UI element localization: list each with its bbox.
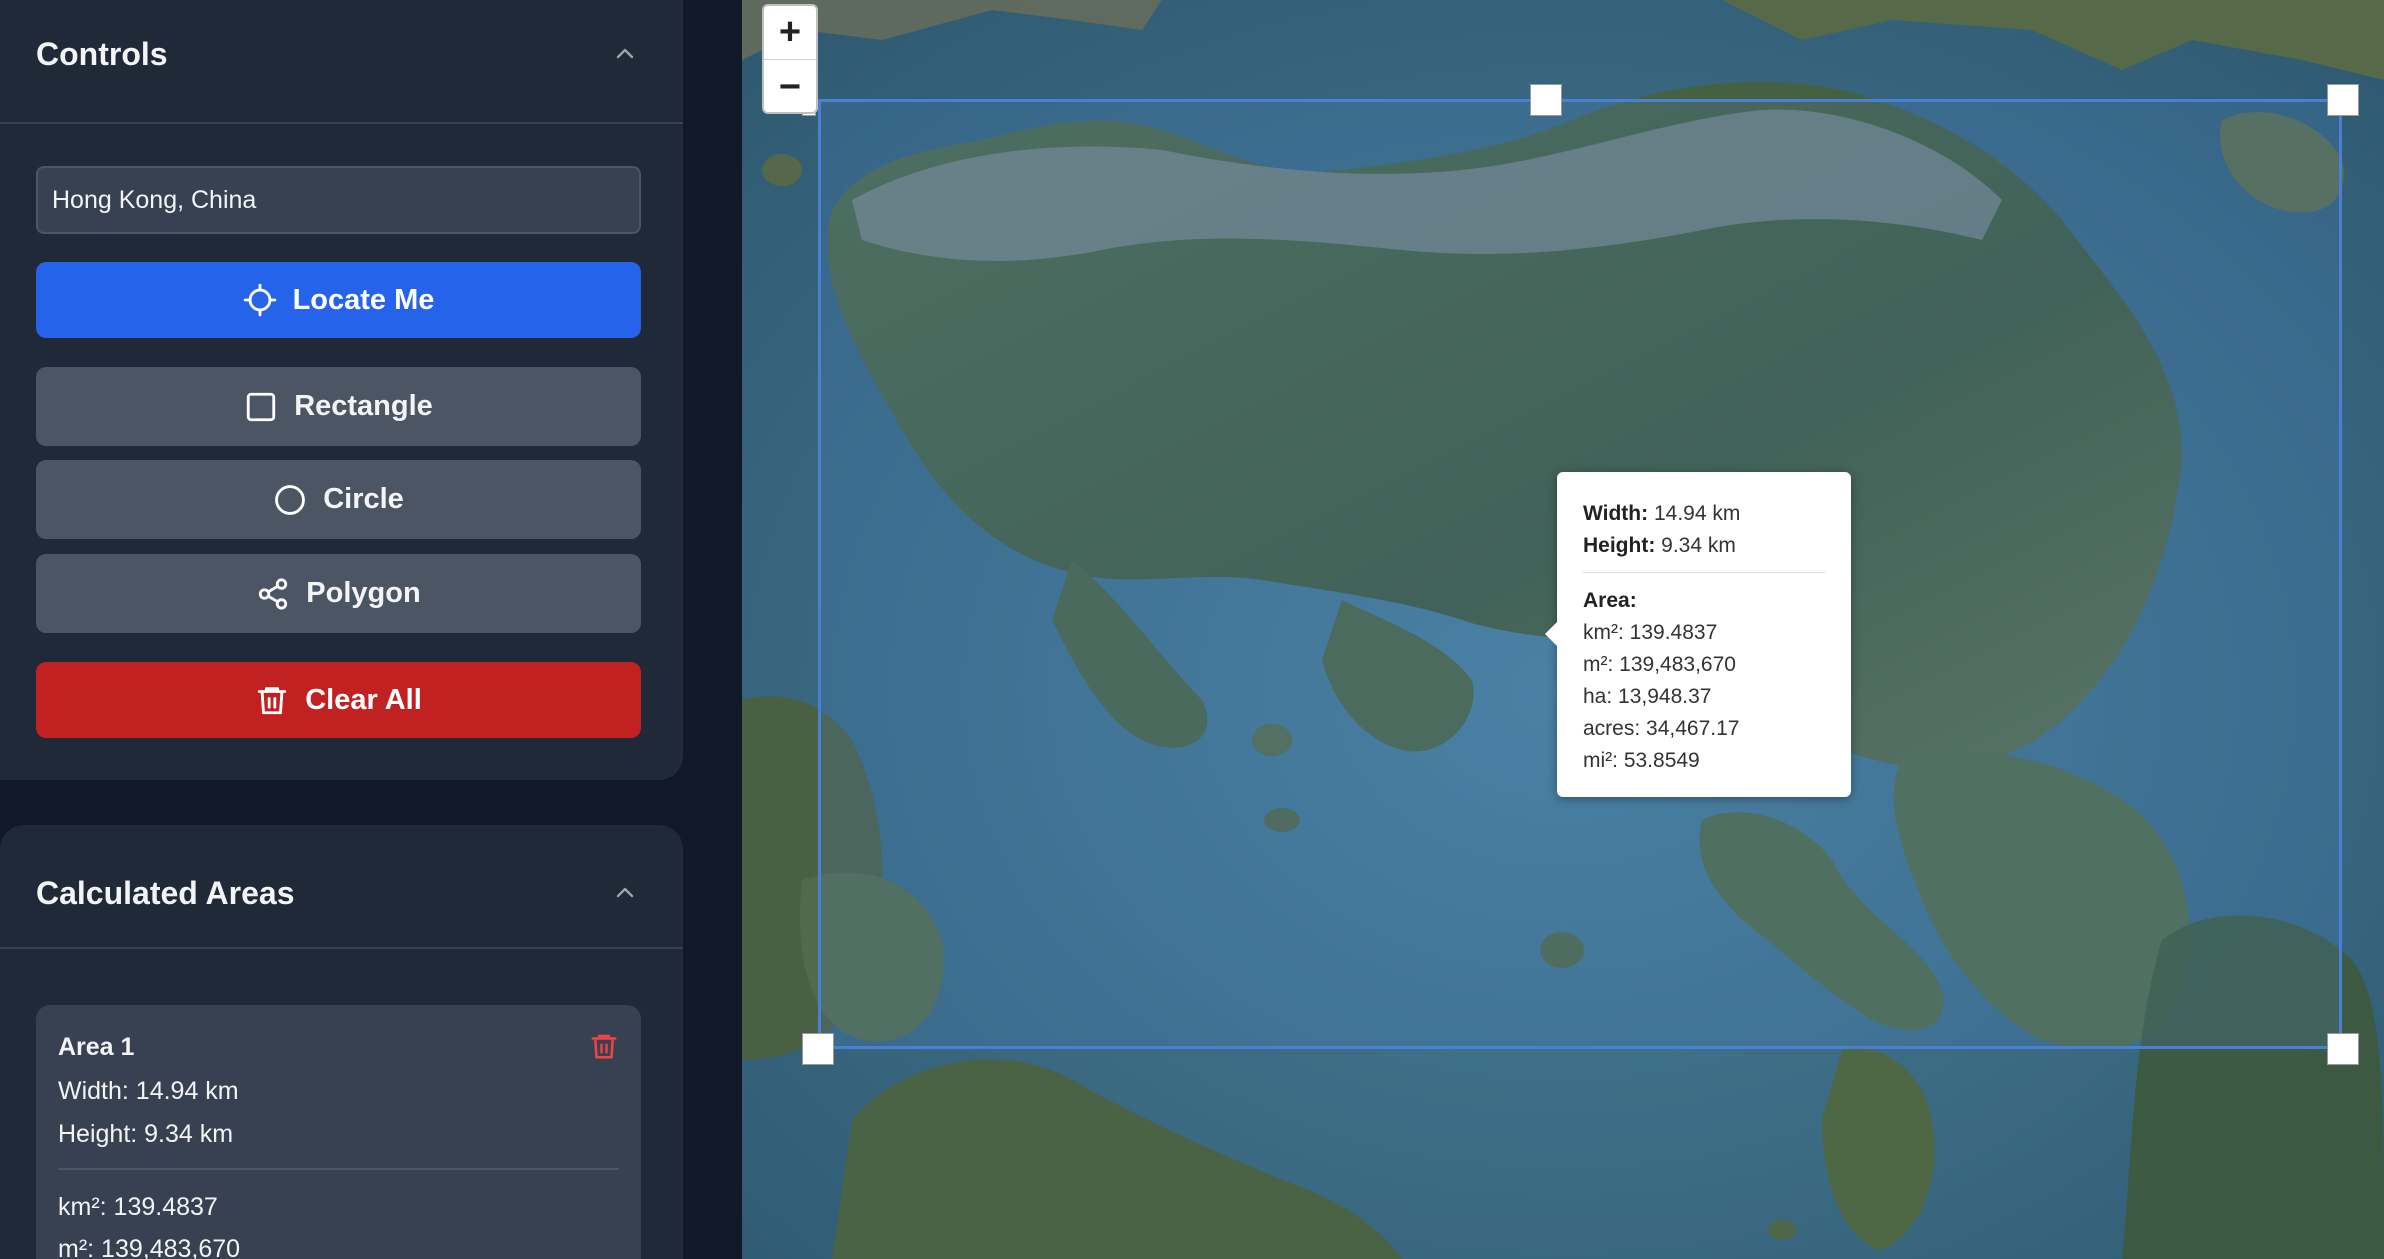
- circle-label: Circle: [323, 483, 404, 515]
- measurement-tooltip: Width: 14.94 km Height: 9.34 km Area: km…: [1545, 472, 1851, 797]
- trash-icon[interactable]: [589, 1031, 619, 1061]
- resize-handle-top-left[interactable]: [1530, 84, 1562, 116]
- zoom-out-button[interactable]: −: [764, 60, 816, 112]
- rectangle-label: Rectangle: [294, 390, 433, 422]
- crosshair-icon: [243, 283, 276, 317]
- areas-title: Calculated Areas: [36, 875, 295, 911]
- tooltip-width: Width: 14.94 km: [1583, 502, 1741, 525]
- clear-all-label: Clear All: [305, 683, 422, 716]
- tooltip-km2: km²: 139.4837: [1583, 621, 1718, 644]
- clear-all-button[interactable]: Clear All: [36, 662, 641, 738]
- controls-panel-header[interactable]: Controls: [0, 0, 683, 124]
- circle-icon: [275, 484, 306, 515]
- rectangle-tool-button[interactable]: Rectangle: [36, 367, 641, 446]
- controls-title: Controls: [36, 36, 168, 72]
- resize-handle-top-right[interactable]: [2327, 84, 2359, 116]
- tooltip-divider: [1583, 572, 1825, 573]
- circle-tool-button[interactable]: Circle: [36, 460, 641, 539]
- tooltip-mi2: mi²: 53.8549: [1583, 749, 1700, 772]
- area-card: Area 1 Width: 14.94 km Height: 9.34 km k…: [36, 1005, 641, 1259]
- polygon-label: Polygon: [306, 577, 421, 609]
- area-m2: m²: 139,483,670: [58, 1235, 241, 1259]
- area-name: Area 1: [58, 1033, 135, 1061]
- zoom-in-button[interactable]: +: [764, 6, 816, 60]
- tooltip-ha: ha: 13,948.37: [1583, 685, 1712, 708]
- satellite-map[interactable]: + − Width: 14.94 km Height: 9.34 km Area…: [742, 0, 2384, 1259]
- share-nodes-icon: [259, 577, 288, 610]
- sidebar: Controls Locate Me Rectangle Circle Poly…: [0, 0, 742, 1259]
- controls-panel: Controls Locate Me Rectangle Circle Poly…: [0, 0, 683, 780]
- square-icon: [247, 392, 276, 421]
- chevron-up-icon[interactable]: [613, 881, 637, 905]
- tooltip-m2: m²: 139,483,670: [1583, 653, 1736, 676]
- trash-icon: [258, 687, 287, 715]
- polygon-tool-button[interactable]: Polygon: [36, 554, 641, 633]
- area-km2: km²: 139.4837: [58, 1193, 218, 1221]
- calculated-areas-panel: Calculated Areas Area 1 Width: 14.94 km …: [0, 825, 683, 1259]
- tooltip-area-heading: Area:: [1583, 589, 1637, 612]
- resize-handle-bottom-right[interactable]: [2327, 1033, 2359, 1065]
- tooltip-acres: acres: 34,467.17: [1583, 717, 1740, 740]
- area-width: Width: 14.94 km: [58, 1077, 239, 1105]
- zoom-control: + −: [762, 4, 818, 114]
- resize-handle-bottom-left[interactable]: [802, 1033, 834, 1065]
- area-height: Height: 9.34 km: [58, 1120, 234, 1148]
- location-search-input[interactable]: [36, 166, 641, 234]
- locate-me-label: Locate Me: [292, 283, 435, 316]
- chevron-up-icon[interactable]: [613, 42, 637, 66]
- locate-me-button[interactable]: Locate Me: [36, 262, 641, 338]
- areas-panel-header[interactable]: Calculated Areas: [0, 825, 683, 949]
- tooltip-height: Height: 9.34 km: [1583, 534, 1736, 557]
- divider: [58, 1168, 619, 1170]
